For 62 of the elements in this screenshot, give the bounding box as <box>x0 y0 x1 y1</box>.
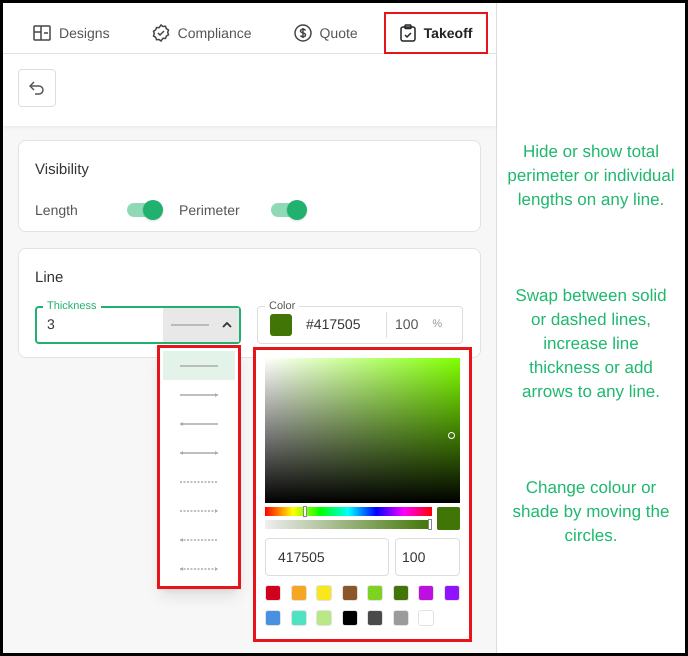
dashed-line-icon <box>179 536 219 542</box>
hex-input[interactable]: 417505 <box>265 538 389 576</box>
swatch[interactable] <box>418 610 434 626</box>
swatch[interactable] <box>342 610 358 626</box>
alpha-input[interactable]: 100 <box>395 538 460 576</box>
badge-check-icon <box>152 24 170 42</box>
swatch[interactable] <box>265 585 281 601</box>
chevron-up-icon <box>222 322 232 328</box>
swatch[interactable] <box>316 585 332 601</box>
dollar-icon <box>294 24 312 42</box>
toggle-label: Length <box>35 200 79 220</box>
line-style-option[interactable] <box>163 351 235 380</box>
swatch[interactable] <box>342 585 358 601</box>
saturation-handle[interactable] <box>448 432 455 439</box>
arrow-line-icon <box>179 392 219 398</box>
percent-unit: % <box>432 317 442 332</box>
toggle-switch[interactable] <box>127 200 163 220</box>
dashed-line-icon <box>179 508 219 514</box>
line-style-select[interactable] <box>163 308 239 342</box>
clipboard-check-icon <box>400 24 416 42</box>
solid-line-icon <box>179 362 219 368</box>
tab[interactable]: Designs <box>17 12 126 54</box>
swatch[interactable] <box>444 585 460 601</box>
annotation-text: Change colour or shade by moving the circles. <box>512 477 670 547</box>
toggle-switch[interactable] <box>271 200 307 220</box>
color-hex: #417505 <box>306 315 362 334</box>
alpha-handle[interactable] <box>428 519 432 530</box>
field-label: Thickness <box>43 298 101 312</box>
toggle-label: Perimeter <box>179 200 241 220</box>
solid-line-icon <box>170 322 210 328</box>
swatch[interactable] <box>418 585 434 601</box>
undo-button[interactable] <box>18 69 56 107</box>
tab[interactable]: Takeoff <box>384 12 488 54</box>
card-title: Line <box>35 268 64 288</box>
swatch[interactable] <box>316 610 332 626</box>
field-value: 3 <box>46 315 56 334</box>
saturation-area[interactable] <box>265 358 460 503</box>
swatch[interactable] <box>265 610 281 626</box>
arrow-line-icon <box>179 450 219 456</box>
layout-icon <box>33 25 51 41</box>
tab[interactable]: Compliance <box>136 12 268 54</box>
swatch[interactable] <box>290 610 306 626</box>
swatch[interactable] <box>367 610 383 626</box>
annotation-text: Hide or show total perimeter or individual lengths on any line. <box>506 141 676 211</box>
swatch[interactable] <box>290 585 306 601</box>
undo-icon <box>29 81 45 95</box>
arrow-line-icon <box>179 420 219 426</box>
card-title: Visibility <box>35 160 90 180</box>
swatch[interactable] <box>367 585 383 601</box>
alpha-slider[interactable] <box>265 520 432 529</box>
dashed-line-icon <box>179 566 219 572</box>
opacity-value: 100 <box>395 315 418 334</box>
tab[interactable]: Quote <box>278 12 374 54</box>
annotation-text: Swap between solid or dashed lines, increase line thickness or add arrows to any line. <box>514 285 668 403</box>
dashed-line-icon <box>179 478 219 484</box>
swatch[interactable] <box>392 610 408 626</box>
hue-slider[interactable] <box>265 507 432 516</box>
color-swatch <box>270 314 292 336</box>
color-preview <box>437 507 460 530</box>
swatch[interactable] <box>392 585 408 601</box>
hue-handle[interactable] <box>303 506 307 517</box>
field-label: Color <box>265 298 300 312</box>
